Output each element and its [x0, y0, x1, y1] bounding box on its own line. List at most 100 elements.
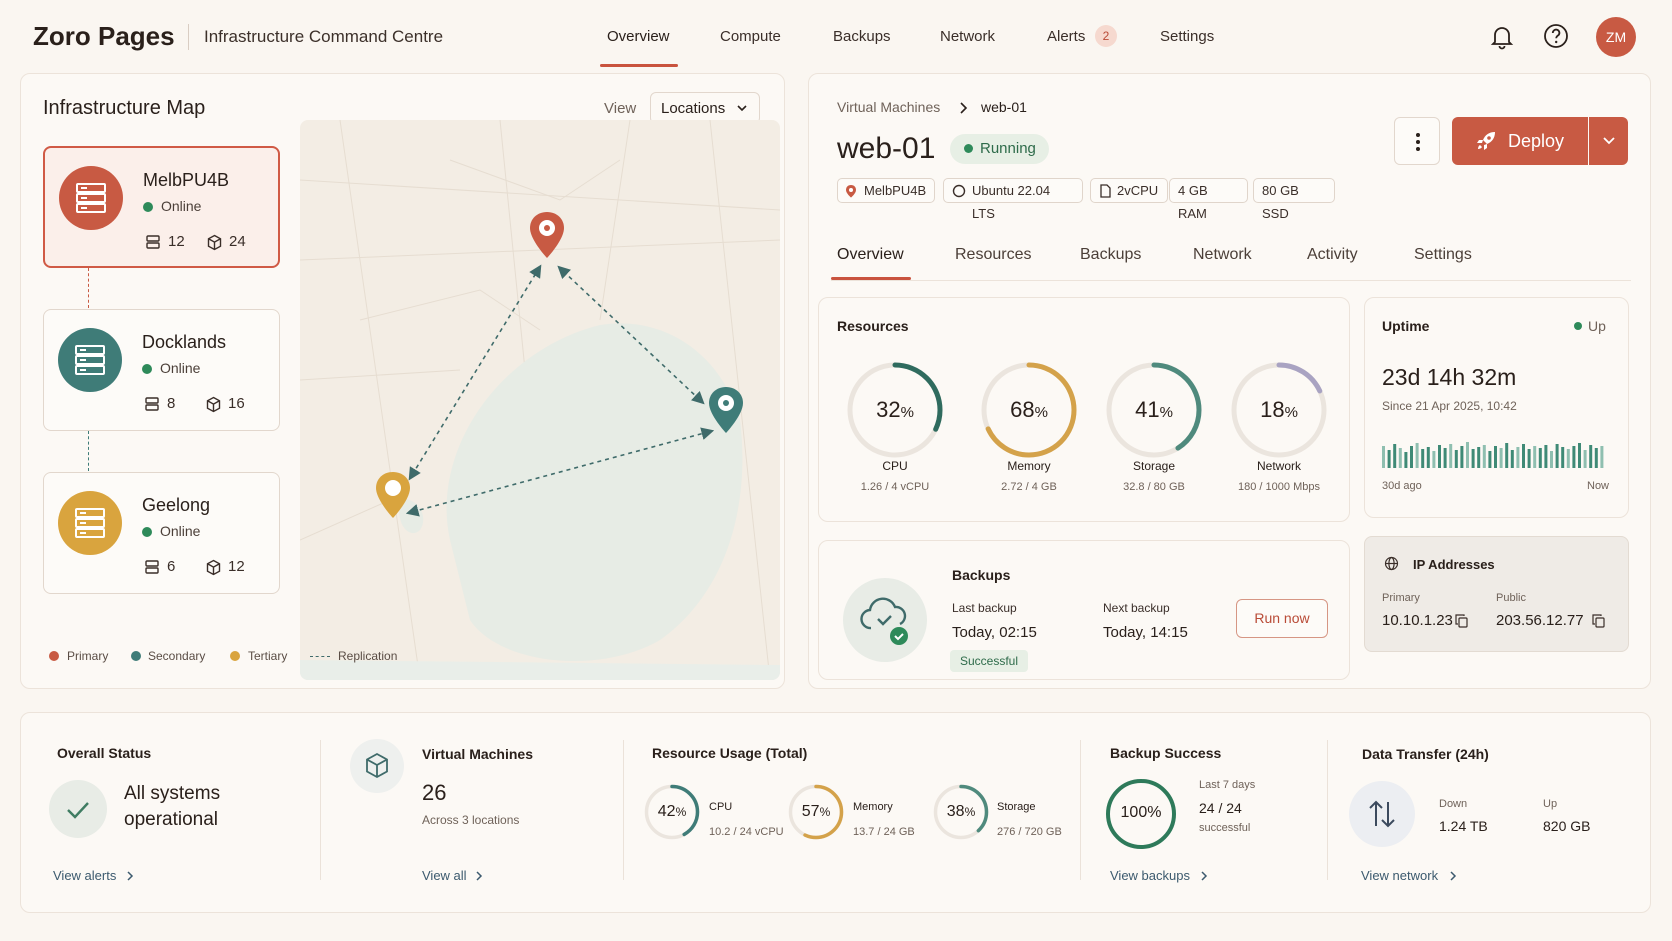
bell-icon[interactable] — [1490, 24, 1514, 50]
view-all-link[interactable]: View all — [422, 868, 467, 883]
up-label: Up — [1543, 798, 1558, 810]
next-backup-value: Today, 14:15 — [1103, 624, 1188, 641]
tab-backups[interactable]: Backups — [1080, 246, 1141, 264]
app-subtitle: Infrastructure Command Centre — [204, 27, 444, 46]
uptime-bar — [1499, 448, 1503, 468]
deploy-label: Deploy — [1508, 131, 1565, 151]
uptime-bar — [1561, 447, 1565, 468]
usage-cpu-sub: 10.2 / 24 vCPU — [709, 826, 784, 838]
uptime-bar — [1387, 450, 1391, 468]
cpu-icon — [1099, 184, 1111, 198]
run-now-button[interactable]: Run now — [1236, 599, 1328, 638]
chip-cpu-text: 2vCPU — [1117, 183, 1159, 198]
uptime-bar — [1522, 444, 1525, 468]
ip-primary-value: 10.10.1.23 — [1382, 612, 1453, 629]
uptime-bar — [1382, 446, 1385, 468]
copy-icon[interactable] — [1592, 614, 1605, 628]
location-status: Online — [160, 360, 201, 376]
nav-backups[interactable]: Backups — [833, 28, 891, 45]
backups-title: Backups — [952, 567, 1011, 583]
uptime-bar — [1421, 449, 1425, 468]
view-backups-link[interactable]: View backups — [1110, 868, 1190, 883]
map-pin-secondary-icon[interactable] — [707, 385, 745, 437]
backup-status-badge: Successful — [950, 650, 1029, 672]
chip-os: Ubuntu 22.04 LTS — [943, 178, 1083, 221]
uptime-bar — [1482, 445, 1486, 468]
uptime-bar — [1516, 447, 1520, 468]
last-backup-value: Today, 02:15 — [952, 624, 1037, 641]
avatar[interactable]: ZM — [1596, 17, 1636, 57]
status-text: Running — [980, 140, 1036, 157]
nav-overview[interactable]: Overview — [607, 28, 670, 45]
legend-tertiary: Tertiary — [248, 649, 288, 663]
gauge-memory-value: 68% — [1010, 397, 1048, 422]
location-status: Online — [161, 198, 202, 214]
backup-success-value: 100% — [1120, 804, 1162, 821]
legend-replication: Replication — [338, 649, 398, 663]
location-card-geelong[interactable]: Geelong Online 6 12 — [43, 472, 280, 594]
location-pin-icon — [845, 184, 857, 198]
down-value: 1.24 TB — [1439, 818, 1488, 834]
overall-status-line2: operational — [124, 809, 219, 830]
location-name: MelbPU4B — [143, 170, 230, 190]
deploy-button[interactable]: Deploy — [1452, 117, 1588, 165]
legend-primary: Primary — [67, 649, 109, 663]
copy-icon[interactable] — [1455, 614, 1468, 628]
uptime-bar — [1466, 442, 1469, 468]
gauge-storage-value: 41% — [1135, 397, 1173, 422]
breadcrumb-parent[interactable]: Virtual Machines — [837, 99, 940, 115]
nav-network[interactable]: Network — [940, 28, 995, 45]
rocket-icon — [1475, 130, 1497, 152]
usage-cpu-value: 42% — [657, 803, 687, 820]
brand-logo[interactable]: Zoro Pages — [33, 21, 175, 52]
next-backup-label: Next backup — [1103, 601, 1170, 615]
map-pin-tertiary-icon[interactable] — [374, 470, 412, 522]
more-options-button[interactable] — [1394, 117, 1440, 165]
tab-resources[interactable]: Resources — [955, 246, 1031, 264]
location-card-melbpu4b[interactable]: MelbPU4B Online 12 24 — [43, 146, 280, 268]
tab-settings[interactable]: Settings — [1414, 246, 1472, 264]
cube-icon — [205, 559, 222, 576]
cube-icon — [205, 396, 222, 413]
tab-activity[interactable]: Activity — [1307, 246, 1358, 264]
deploy-dropdown-button[interactable] — [1589, 117, 1628, 165]
uptime-state: Up — [1588, 318, 1606, 334]
nav-alerts[interactable]: Alerts — [1047, 28, 1085, 45]
last-backup-label: Last backup — [952, 601, 1017, 615]
transfer-arrows-icon — [1349, 781, 1415, 847]
transfer-title: Data Transfer (24h) — [1362, 746, 1489, 762]
nav-compute[interactable]: Compute — [720, 28, 781, 45]
backup-note: successful — [1199, 822, 1251, 834]
online-status-dot — [143, 202, 153, 212]
uptime-bar — [1454, 450, 1458, 468]
uptime-bar — [1415, 443, 1419, 468]
ubuntu-icon — [952, 184, 966, 198]
view-alerts-link[interactable]: View alerts — [53, 868, 116, 883]
location-card-docklands[interactable]: Docklands Online 8 16 — [43, 309, 280, 431]
uptime-end-label: Now — [1587, 480, 1610, 492]
chevron-right-icon — [958, 101, 968, 115]
help-icon[interactable] — [1543, 23, 1569, 49]
tab-overview[interactable]: Overview — [837, 246, 904, 264]
uptime-bar — [1404, 452, 1408, 468]
gauge-network-label: Network — [1256, 459, 1301, 473]
uptime-duration: 23d 14h 32m — [1382, 364, 1517, 390]
nav-settings[interactable]: Settings — [1160, 28, 1214, 45]
ip-public-value: 203.56.12.77 — [1496, 612, 1584, 629]
online-status-dot — [142, 364, 152, 374]
chip-cpu: 2vCPU — [1090, 178, 1168, 203]
uptime-bar — [1555, 444, 1559, 468]
usage-storage-value: 38% — [946, 803, 976, 820]
location-name: Geelong — [142, 495, 211, 515]
overall-status-line1: All systems — [124, 783, 221, 804]
view-network-link[interactable]: View network — [1361, 868, 1438, 883]
divider — [320, 740, 321, 880]
online-status-dot — [142, 527, 152, 537]
tab-network[interactable]: Network — [1193, 246, 1252, 264]
location-status: Online — [160, 523, 201, 539]
more-vertical-icon — [1415, 132, 1421, 152]
vm-count: 24 — [229, 233, 246, 250]
usage-memory-value: 57% — [801, 803, 831, 820]
backup-count: 24 / 24 — [1199, 800, 1242, 816]
map-pin-primary-icon[interactable] — [528, 210, 566, 262]
